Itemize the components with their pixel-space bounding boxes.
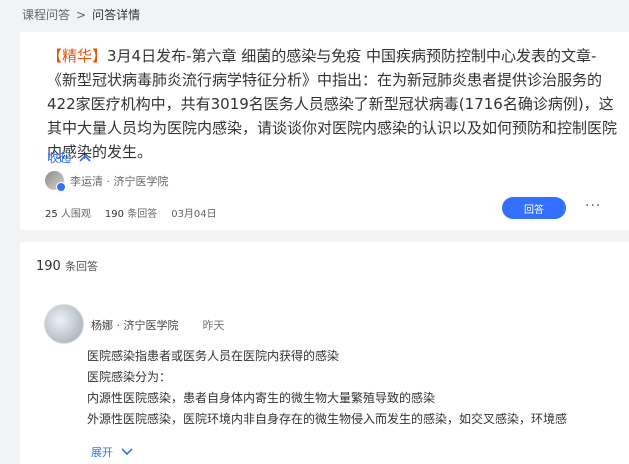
question-author: 李运清 · 济宁医学院	[45, 171, 169, 192]
answers-count-header: 190 条回答	[36, 259, 98, 274]
answers-card: 190 条回答 杨娜 · 济宁医学院 昨天 医院感染指患者或医务人员在医院内获得…	[20, 242, 629, 464]
author-name[interactable]: 李运清 · 济宁医学院	[70, 173, 169, 189]
chevron-up-icon	[79, 154, 91, 162]
question-date: 03月04日	[171, 209, 217, 220]
answer-line: 外源性医院感染，医院环境内非自身存在的微生物侵入而发生的感染，如交叉感染，环境感	[87, 412, 568, 426]
answer-line: 医院感染分为：	[87, 370, 172, 384]
chevron-down-icon	[121, 448, 133, 456]
collapse-label: 收起	[47, 151, 72, 165]
answer-line: 内源性医院感染，患者自身体内寄生的微生物大量繁殖导致的感染	[87, 391, 436, 405]
question-card: 【精华】3月4日发布-第六章 细菌的感染与免疫 中国疾病预防控制中心发表的文章-…	[20, 32, 629, 230]
answer-avatar[interactable]	[44, 304, 84, 344]
answer-body: 医院感染指患者或医务人员在医院内获得的感染 医院感染分为： 内源性医院感染，患者…	[87, 346, 622, 430]
answer-button[interactable]: 回答	[502, 197, 566, 219]
question-stats: 25 人围观 190 条回答 03月04日	[45, 205, 217, 220]
avatar[interactable]	[45, 171, 66, 192]
views-count: 25 人围观	[45, 209, 91, 220]
answer-line: 医院感染指患者或医务人员在医院内获得的感染	[87, 349, 340, 363]
more-icon[interactable]: ···	[585, 198, 601, 214]
answers-count: 190 条回答	[104, 209, 158, 220]
breadcrumb: 课程问答 > 问答详情	[22, 6, 140, 23]
question-text: 【精华】3月4日发布-第六章 细菌的感染与免疫 中国疾病预防控制中心发表的文章-…	[47, 44, 617, 164]
answer-time: 昨天	[202, 319, 225, 332]
question-body: 3月4日发布-第六章 细菌的感染与免疫 中国疾病预防控制中心发表的文章-《新型冠…	[47, 47, 618, 161]
expand-label: 展开	[91, 446, 113, 459]
answer-author: 杨娜 · 济宁医学院 昨天	[91, 317, 225, 333]
expand-button[interactable]: 展开	[91, 444, 133, 460]
collapse-button[interactable]: 收起	[47, 149, 91, 166]
breadcrumb-root[interactable]: 课程问答	[22, 6, 70, 23]
featured-tag: 【精华】	[47, 47, 108, 65]
answer-author-name[interactable]: 杨娜 · 济宁医学院	[91, 317, 179, 333]
breadcrumb-current: 问答详情	[92, 8, 141, 22]
chevron-right-icon: >	[76, 7, 87, 22]
